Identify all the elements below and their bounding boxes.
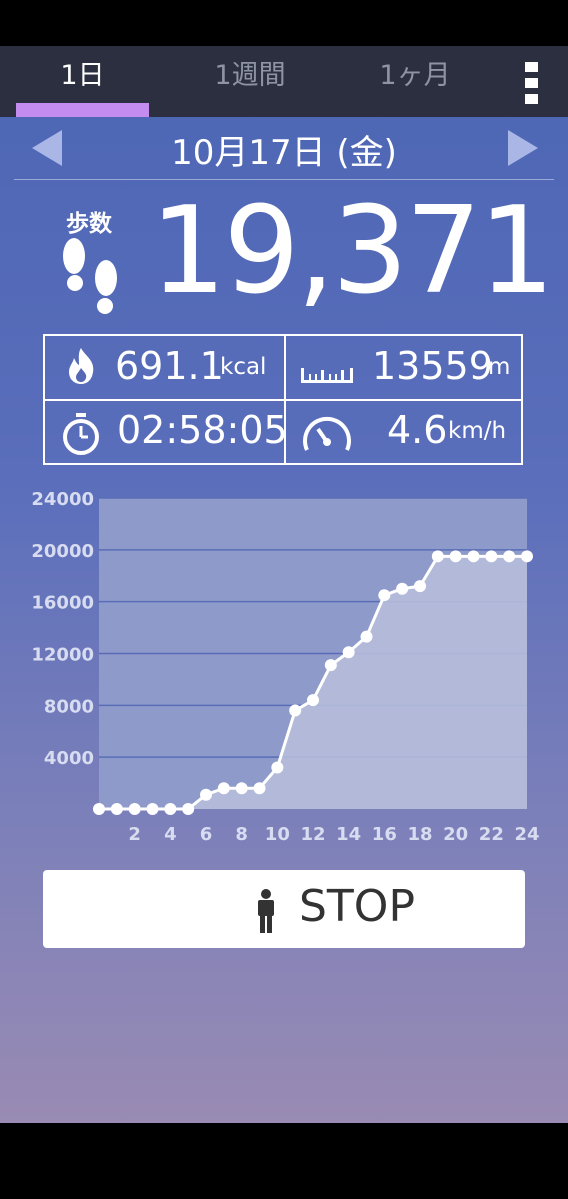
- data-point: [307, 694, 319, 707]
- stop-button[interactable]: STOP: [43, 870, 525, 948]
- x-tick-label: 20: [443, 824, 468, 845]
- data-point: [146, 803, 159, 815]
- data-point: [467, 550, 480, 563]
- x-tick-label: 14: [336, 824, 361, 845]
- data-point: [164, 803, 177, 815]
- data-point: [128, 803, 141, 815]
- date-navigation: 10月17日 (金): [0, 117, 568, 179]
- y-tick-label: 20000: [31, 541, 94, 562]
- x-tick-label: 18: [407, 824, 432, 845]
- data-point: [253, 782, 266, 795]
- steps-label: 歩数: [66, 211, 112, 237]
- data-point: [521, 550, 533, 563]
- ruler-icon: [301, 368, 353, 383]
- y-tick-label: 24000: [31, 489, 94, 510]
- data-point: [342, 646, 355, 659]
- data-point: [271, 761, 284, 774]
- period-tab-bar: 1日 1週間 1ヶ月: [0, 46, 568, 117]
- next-day-arrow-icon[interactable]: [504, 128, 544, 168]
- x-tick-label: 4: [164, 824, 177, 845]
- person-icon: [258, 889, 274, 933]
- data-point: [182, 803, 195, 815]
- data-point: [485, 550, 498, 563]
- previous-day-arrow-icon[interactable]: [30, 128, 70, 168]
- data-point: [449, 550, 462, 563]
- y-tick-label: 8000: [44, 696, 94, 717]
- speedometer-icon: [303, 416, 351, 451]
- flame-icon: [69, 348, 94, 384]
- x-tick-label: 8: [235, 824, 248, 845]
- data-point: [360, 630, 373, 643]
- data-point: [414, 580, 426, 593]
- x-tick-label: 2: [128, 824, 141, 845]
- step-count: 19,371: [150, 182, 555, 321]
- current-date: 10月17日 (金): [171, 133, 397, 173]
- y-tick-label: 12000: [31, 645, 94, 666]
- data-point: [396, 582, 409, 595]
- status-bar: [0, 0, 568, 46]
- y-tick-label: 16000: [31, 593, 94, 614]
- x-tick-label: 6: [200, 824, 213, 845]
- x-tick-label: 16: [372, 824, 397, 845]
- x-tick-label: 12: [300, 824, 325, 845]
- data-point: [503, 550, 516, 563]
- hourly-steps-chart: 4000800012000160002000024000 2 4 6 8 10 12 14 1…: [31, 489, 539, 845]
- x-tick-label: 24: [514, 824, 539, 845]
- distance-unit: m: [488, 354, 511, 380]
- tab-1-week[interactable]: 1週間: [170, 46, 330, 117]
- data-point: [200, 788, 212, 801]
- calories-unit: kcal: [220, 354, 267, 380]
- more-menu-icon[interactable]: [518, 62, 546, 106]
- data-point: [110, 803, 123, 815]
- pedometer-app: 1日 1週間 1ヶ月 10月17日 (金) 歩数 19,371 691.1 kc…: [0, 46, 568, 1123]
- stopwatch-icon: [63, 413, 99, 455]
- speed-unit: km/h: [448, 418, 507, 444]
- footprints-icon: [63, 238, 117, 314]
- calories-value: 691.1: [115, 344, 224, 388]
- x-tick-label: 10: [265, 824, 290, 845]
- data-point: [93, 803, 105, 815]
- active-tab-indicator: [16, 103, 149, 117]
- y-tick-label: 4000: [44, 748, 94, 769]
- navigation-bar: [0, 1123, 568, 1199]
- distance-value: 13559: [372, 344, 493, 388]
- tab-1-month[interactable]: 1ヶ月: [335, 46, 495, 117]
- data-point: [235, 782, 248, 795]
- speed-value: 4.6: [387, 408, 448, 452]
- stop-button-label: STOP: [299, 881, 415, 932]
- data-point: [289, 704, 302, 717]
- data-point: [217, 782, 230, 795]
- stats-panel: 691.1 kcal 13559 m 02:58:05 4.6 km/h: [43, 334, 523, 465]
- data-point: [324, 659, 337, 672]
- x-tick-label: 22: [479, 824, 504, 845]
- data-point: [431, 550, 444, 563]
- elapsed-time-value: 02:58:05: [117, 408, 288, 452]
- data-point: [378, 589, 391, 602]
